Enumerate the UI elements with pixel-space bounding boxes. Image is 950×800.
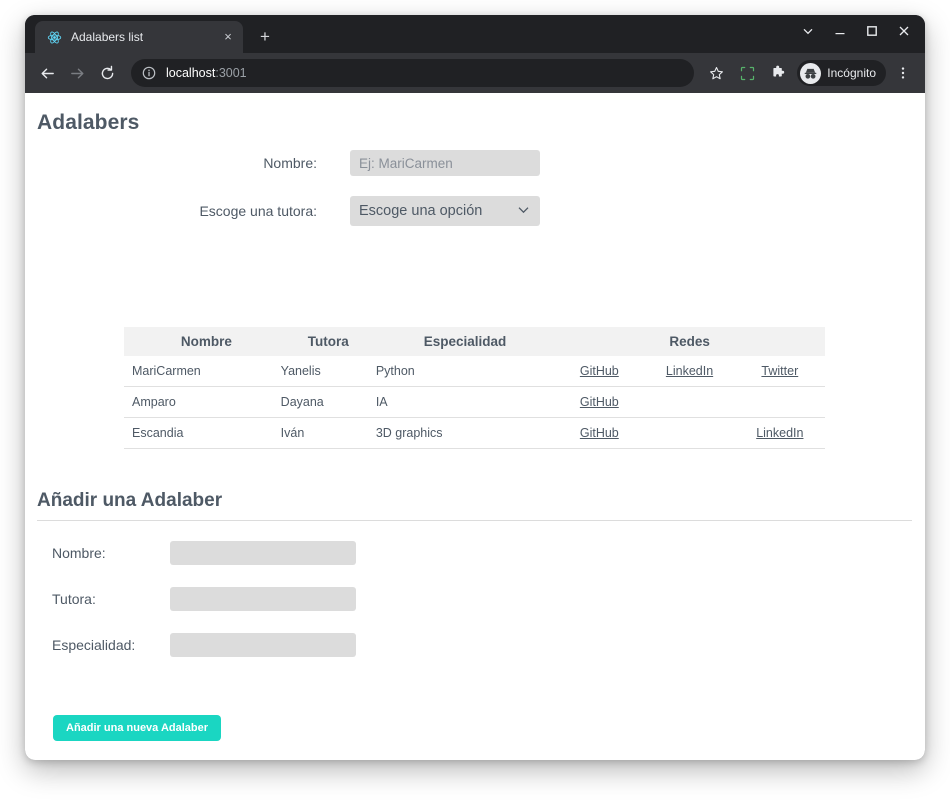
header-especialidad: Especialidad <box>375 327 555 356</box>
add-section-title: Añadir una Adalaber <box>37 490 223 511</box>
table-row: MariCarmen Yanelis Python GitHub LinkedI… <box>124 356 825 387</box>
github-link[interactable]: GitHub <box>580 426 619 440</box>
page-title: Adalabers <box>37 111 140 134</box>
table-row: Amparo Dayana IA GitHub <box>124 386 825 418</box>
incognito-indicator[interactable]: Incógnito <box>797 60 886 86</box>
cell-red-2: LinkedIn <box>644 356 735 387</box>
cell-red-2 <box>644 417 735 449</box>
github-link[interactable]: GitHub <box>580 395 619 409</box>
add-name-row: Nombre: <box>25 530 356 576</box>
incognito-avatar-icon <box>800 62 822 84</box>
browser-tab[interactable]: Adalabers list × <box>35 21 243 53</box>
header-redes: Redes <box>554 327 825 356</box>
add-name-label: Nombre: <box>52 545 106 561</box>
extensions-puzzle-icon[interactable] <box>764 59 792 87</box>
reload-button-icon[interactable] <box>93 59 121 87</box>
filter-form: Nombre: Escoge una tutora: Escoge una op… <box>25 150 825 246</box>
address-bar[interactable]: localhost:3001 <box>131 59 695 87</box>
tab-strip: Adalabers list × + <box>25 15 925 53</box>
filter-tutor-select[interactable]: Escoge una opción <box>350 196 540 226</box>
browser-toolbar: localhost:3001 Incógnito <box>25 53 925 93</box>
twitter-link[interactable]: Twitter <box>761 364 798 378</box>
cell-red-1: GitHub <box>554 386 645 418</box>
cell-nombre: Escandia <box>124 417 281 449</box>
info-icon[interactable] <box>141 65 157 81</box>
cell-especialidad: 3D graphics <box>375 417 555 449</box>
cell-especialidad: IA <box>375 386 555 418</box>
github-link[interactable]: GitHub <box>580 364 619 378</box>
close-window-button[interactable] <box>889 17 919 45</box>
cell-tutora: Dayana <box>280 386 376 418</box>
add-tutor-label: Tutora: <box>52 591 96 607</box>
close-tab-icon[interactable]: × <box>219 28 237 46</box>
table-head: Nombre Tutora Especialidad Redes <box>124 327 825 356</box>
add-specialty-input[interactable] <box>170 633 356 657</box>
browser-menu-icon[interactable] <box>889 59 917 87</box>
filter-tutor-label: Escoge una tutora: <box>199 203 317 219</box>
filter-tutor-selected-value: Escoge una opción <box>359 203 483 219</box>
linkedin-link[interactable]: LinkedIn <box>756 426 803 440</box>
cell-red-2 <box>644 386 735 418</box>
cell-tutora: Yanelis <box>280 356 376 387</box>
window-controls <box>793 17 919 45</box>
cell-red-1: GitHub <box>554 356 645 387</box>
cell-tutora: Iván <box>280 417 376 449</box>
add-specialty-label: Especialidad: <box>52 637 136 653</box>
section-divider <box>37 520 912 521</box>
browser-window: Adalabers list × + localhost:3001 Incógn… <box>25 15 925 760</box>
filter-name-input[interactable] <box>350 150 540 176</box>
cell-nombre: MariCarmen <box>124 356 281 387</box>
cell-red-3: LinkedIn <box>734 417 825 449</box>
forward-button-icon[interactable] <box>63 59 91 87</box>
url-host: localhost <box>166 66 216 80</box>
tab-title: Adalabers list <box>71 30 144 44</box>
header-tutora: Tutora <box>280 327 376 356</box>
table-row: Escandia Iván 3D graphics GitHub LinkedI… <box>124 417 825 449</box>
add-name-input[interactable] <box>170 541 356 565</box>
maximize-button[interactable] <box>857 17 887 45</box>
filter-name-row: Nombre: <box>25 150 825 176</box>
adalabers-table: Nombre Tutora Especialidad Redes MariCar… <box>124 327 825 449</box>
back-button-icon[interactable] <box>33 59 61 87</box>
url-text: localhost:3001 <box>166 66 247 80</box>
add-adalaber-button[interactable]: Añadir una nueva Adalaber <box>53 715 222 741</box>
table-body: MariCarmen Yanelis Python GitHub LinkedI… <box>124 356 825 449</box>
page-viewport: Adalabers Nombre: Escoge una tutora: Esc… <box>25 93 925 760</box>
cell-red-3: Twitter <box>734 356 825 387</box>
header-nombre: Nombre <box>124 327 281 356</box>
filter-tutor-row: Escoge una tutora: Escoge una opción <box>25 196 825 226</box>
cell-especialidad: Python <box>375 356 555 387</box>
react-logo-icon <box>47 31 62 43</box>
cell-red-3 <box>734 386 825 418</box>
add-specialty-row: Especialidad: <box>25 622 356 668</box>
minimize-button[interactable] <box>825 17 855 45</box>
url-port: :3001 <box>215 66 247 80</box>
new-tab-button[interactable]: + <box>251 23 279 51</box>
add-tutor-input[interactable] <box>170 587 356 611</box>
linkedin-link[interactable]: LinkedIn <box>666 364 713 378</box>
table-header-row: Nombre Tutora Especialidad Redes <box>124 327 825 356</box>
toolbar-actions: Incógnito <box>702 59 917 87</box>
chevron-down-icon <box>518 205 529 217</box>
cell-red-1: GitHub <box>554 417 645 449</box>
add-adalaber-form: Nombre: Tutora: Especialidad: <box>25 530 356 668</box>
qr-capture-icon[interactable] <box>733 59 761 87</box>
incognito-label: Incógnito <box>827 66 876 80</box>
add-tutor-row: Tutora: <box>25 576 356 622</box>
filter-name-label: Nombre: <box>263 155 317 171</box>
bookmark-star-icon[interactable] <box>702 59 730 87</box>
cell-nombre: Amparo <box>124 386 281 418</box>
tab-search-chevron-icon[interactable] <box>793 17 823 45</box>
